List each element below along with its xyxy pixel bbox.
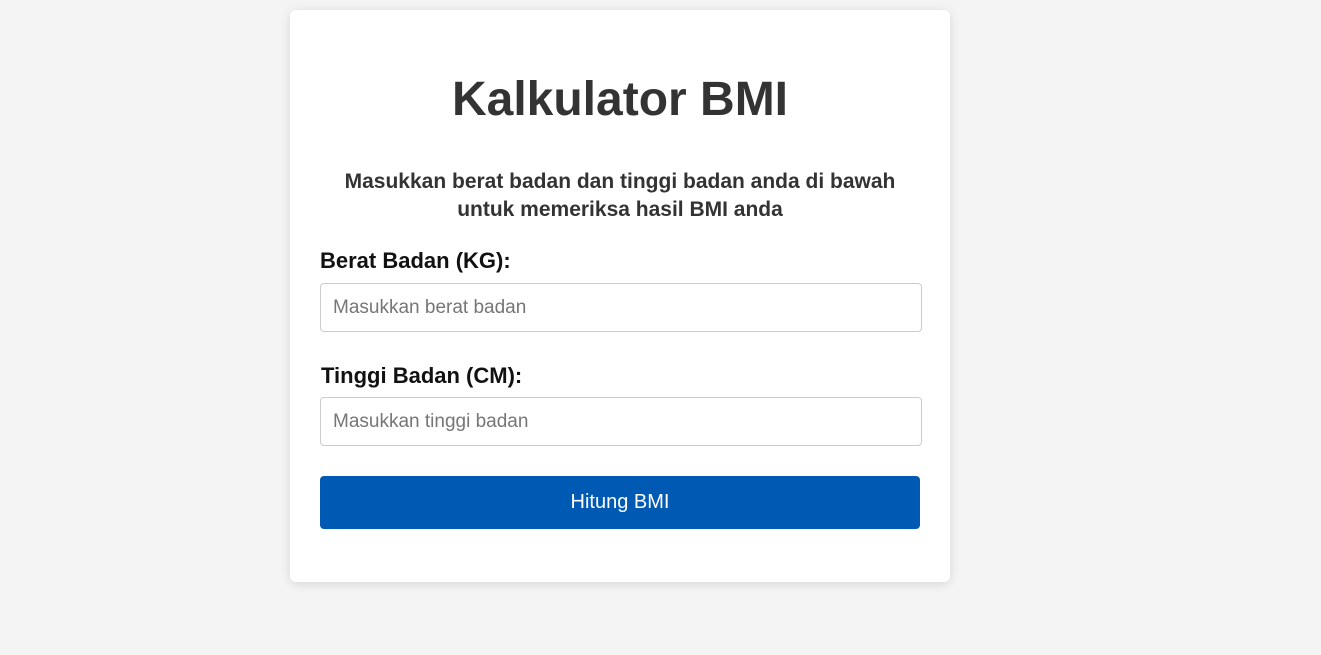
height-input[interactable] — [320, 397, 922, 446]
height-label: Tinggi Badan (CM): — [321, 363, 523, 388]
calculate-bmi-button[interactable]: Hitung BMI — [320, 476, 920, 529]
weight-input[interactable] — [320, 283, 922, 332]
bmi-calculator-card: Kalkulator BMI Masukkan berat badan dan … — [290, 10, 950, 582]
weight-label: Berat Badan (KG): — [320, 248, 511, 273]
instructions-text: Masukkan berat badan dan tinggi badan an… — [344, 170, 896, 221]
page-title: Kalkulator BMI — [451, 73, 789, 126]
